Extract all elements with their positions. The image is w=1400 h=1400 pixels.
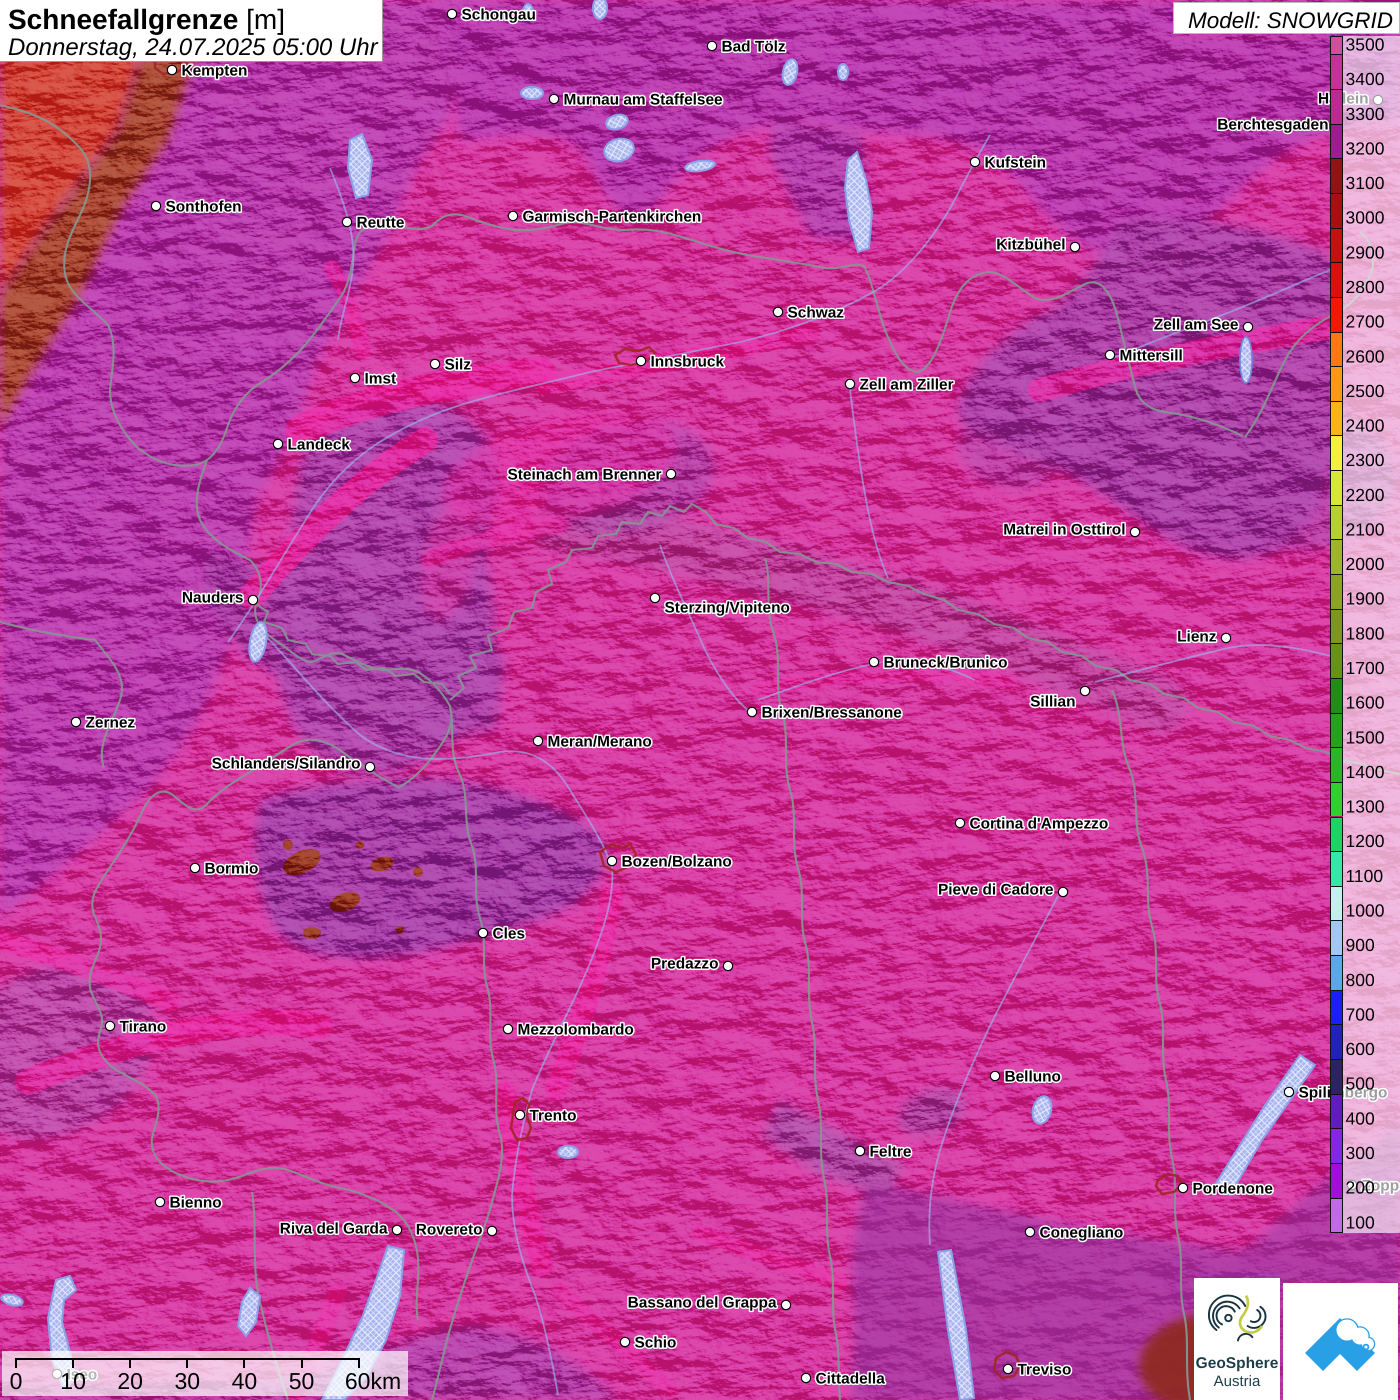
svg-text:Austria: Austria [1214,1373,1261,1390]
svg-text:2500: 2500 [1346,381,1385,401]
svg-text:500: 500 [1346,1074,1375,1094]
svg-text:Imst: Imst [365,371,397,388]
svg-text:2300: 2300 [1346,450,1385,470]
svg-text:1000: 1000 [1346,901,1385,921]
svg-text:Schio: Schio [635,1335,677,1352]
svg-text:1800: 1800 [1346,623,1385,643]
svg-text:Belluno: Belluno [1005,1069,1061,1086]
svg-text:Kempten: Kempten [182,63,248,80]
svg-text:Pieve di Cadore: Pieve di Cadore [938,882,1054,899]
svg-text:Steinach am Brenner: Steinach am Brenner [508,467,662,484]
svg-text:1200: 1200 [1346,831,1385,851]
svg-text:700: 700 [1346,1004,1375,1024]
svg-text:Schlanders/Silandro: Schlanders/Silandro [212,756,361,773]
svg-text:Bozen/Bolzano: Bozen/Bolzano [622,854,732,871]
svg-text:2600: 2600 [1346,346,1385,366]
svg-text:Lienz: Lienz [1177,629,1217,646]
svg-text:600: 600 [1346,1039,1375,1059]
svg-text:10: 10 [60,1368,86,1394]
svg-text:2800: 2800 [1346,277,1385,297]
svg-text:Mittersill: Mittersill [1120,348,1183,365]
svg-text:Kufstein: Kufstein [985,155,1047,172]
svg-text:Zell am See: Zell am See [1154,317,1239,334]
svg-text:Innsbruck: Innsbruck [651,354,725,371]
svg-text:Reutte: Reutte [357,215,405,232]
svg-text:800: 800 [1346,970,1375,990]
svg-text:Conegliano: Conegliano [1040,1225,1124,1242]
svg-text:1100: 1100 [1346,866,1384,886]
svg-text:2400: 2400 [1346,416,1385,436]
svg-text:3000: 3000 [1346,208,1385,228]
svg-text:Zernez: Zernez [86,715,136,732]
svg-text:1500: 1500 [1346,727,1385,747]
svg-text:Murnau am Staffelsee: Murnau am Staffelsee [564,92,724,109]
svg-text:Kitzbühel: Kitzbühel [996,237,1065,254]
svg-text:1300: 1300 [1346,797,1385,817]
svg-text:3200: 3200 [1346,138,1385,158]
svg-text:Donnerstag, 24.07.2025 05:00 U: Donnerstag, 24.07.2025 05:00 Uhr [8,34,379,61]
svg-text:Pordenone: Pordenone [1193,1181,1274,1198]
svg-text:Garmisch-Partenkirchen: Garmisch-Partenkirchen [523,209,702,226]
svg-text:2900: 2900 [1346,242,1385,262]
svg-text:900: 900 [1346,935,1375,955]
svg-text:Nauders: Nauders [182,590,244,607]
svg-text:Meran/Merano: Meran/Merano [548,734,652,751]
svg-text:Sonthofen: Sonthofen [166,199,242,216]
svg-text:Feltre: Feltre [870,1144,912,1161]
svg-text:GeoSphere: GeoSphere [1196,1355,1279,1372]
svg-text:Silz: Silz [445,357,472,374]
svg-text:Rovereto: Rovereto [416,1222,483,1239]
svg-text:20: 20 [117,1368,143,1394]
svg-text:Riva del Garda: Riva del Garda [280,1221,388,1238]
svg-text:Schneefallgrenze [m]: Schneefallgrenze [m] [8,4,285,35]
svg-text:1700: 1700 [1346,658,1385,678]
svg-text:Treviso: Treviso [1018,1362,1072,1379]
svg-text:3100: 3100 [1346,173,1385,193]
svg-text:Schongau: Schongau [462,7,536,24]
svg-text:40: 40 [232,1368,258,1394]
svg-text:0: 0 [10,1368,23,1394]
svg-text:2700: 2700 [1346,312,1385,332]
svg-text:1400: 1400 [1346,762,1385,782]
svg-text:400: 400 [1346,1108,1375,1128]
svg-text:Brixen/Bressanone: Brixen/Bressanone [762,705,903,722]
svg-text:100: 100 [1346,1212,1375,1232]
svg-text:Sterzing/Vipiteno: Sterzing/Vipiteno [665,600,790,617]
svg-text:Schwaz: Schwaz [788,305,845,322]
svg-text:1600: 1600 [1346,693,1385,713]
svg-text:Bad Tölz: Bad Tölz [722,39,786,56]
svg-text:50: 50 [289,1368,315,1394]
svg-text:2000: 2000 [1346,554,1385,574]
svg-text:3300: 3300 [1346,104,1385,124]
svg-text:200: 200 [1346,1178,1375,1198]
svg-text:Mezzolombardo: Mezzolombardo [518,1022,634,1039]
svg-text:Berchtesgaden: Berchtesgaden [1217,117,1328,134]
svg-text:Trento: Trento [530,1108,577,1125]
svg-text:Tirano: Tirano [120,1019,167,1036]
svg-text:2100: 2100 [1346,520,1385,540]
svg-text:Zell am Ziller: Zell am Ziller [860,377,954,394]
svg-text:Bormio: Bormio [205,861,259,878]
svg-text:60km: 60km [345,1368,401,1394]
svg-text:Sillian: Sillian [1030,694,1075,711]
svg-text:Cortina d'Ampezzo: Cortina d'Ampezzo [970,816,1109,833]
svg-text:Bruneck/Brunico: Bruneck/Brunico [884,655,1008,672]
svg-text:Cittadella: Cittadella [816,1371,886,1388]
svg-text:3500: 3500 [1346,35,1385,55]
svg-text:1900: 1900 [1346,589,1385,609]
svg-text:2200: 2200 [1346,485,1385,505]
svg-text:300: 300 [1346,1143,1375,1163]
svg-text:Matrei in Osttirol: Matrei in Osttirol [1003,522,1125,539]
svg-text:Bienno: Bienno [170,1195,222,1212]
svg-text:Cles: Cles [493,926,526,943]
svg-text:Predazzo: Predazzo [651,956,719,973]
svg-text:3400: 3400 [1346,69,1385,89]
svg-text:30: 30 [175,1368,201,1394]
svg-text:Bassano del Grappa: Bassano del Grappa [628,1295,777,1312]
svg-text:Landeck: Landeck [288,437,351,454]
